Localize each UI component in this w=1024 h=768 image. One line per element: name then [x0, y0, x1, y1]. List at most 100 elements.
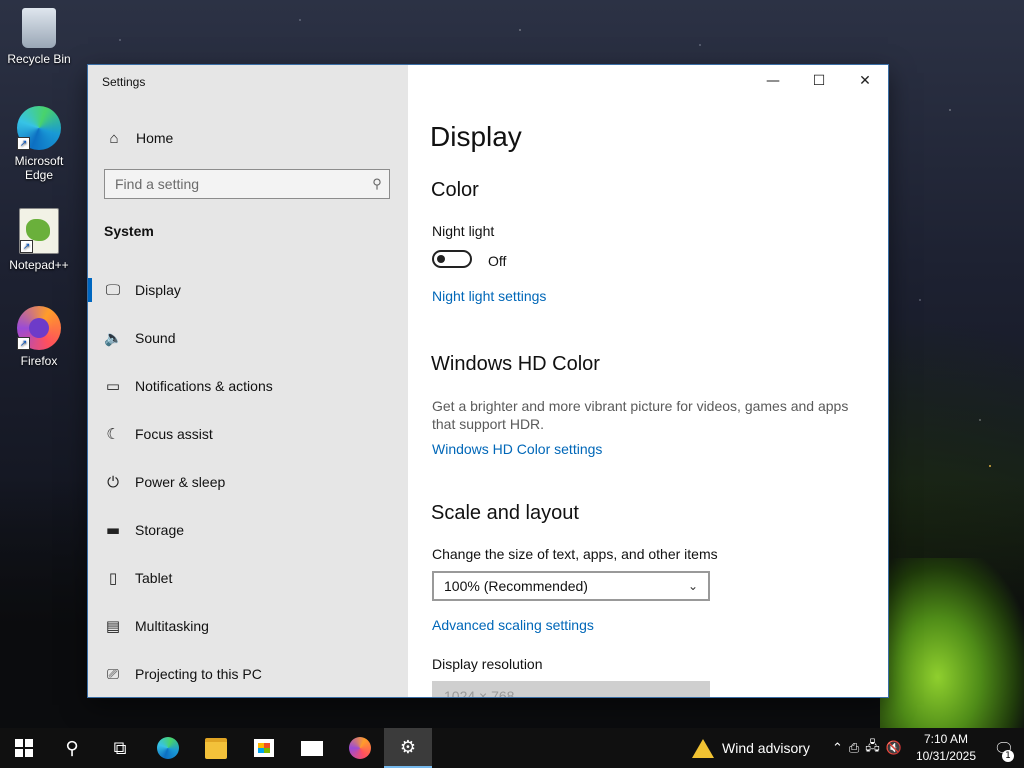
- taskbar-edge[interactable]: [144, 728, 192, 768]
- clock-time: 7:10 AM: [923, 732, 968, 746]
- firefox-icon: ↗: [17, 306, 61, 350]
- resolution-label: Display resolution: [432, 656, 543, 672]
- chevron-down-icon: ⌄: [687, 579, 698, 593]
- sidebar-item-power-sleep[interactable]: ⏻ Power & sleep: [88, 458, 408, 506]
- night-light-settings-link[interactable]: Night light settings: [432, 288, 546, 304]
- sidebar-item-focus-assist[interactable]: ☾ Focus assist: [88, 410, 408, 458]
- volume-muted-icon[interactable]: 🔇: [886, 741, 902, 756]
- power-icon: ⏻: [107, 473, 119, 491]
- sidebar-item-storage[interactable]: ▬ Storage: [88, 506, 408, 554]
- moon-icon: ☾: [106, 425, 120, 443]
- shortcut-arrow-icon: ↗: [17, 137, 30, 150]
- search-box: ⚲: [104, 169, 390, 199]
- sidebar-item-projecting[interactable]: ⎚ Projecting to this PC: [88, 650, 408, 697]
- search-input[interactable]: [105, 175, 365, 193]
- monitor-icon: 🖵: [105, 281, 121, 299]
- sidebar-item-label: Notifications & actions: [135, 378, 273, 394]
- shortcut-arrow-icon: ↗: [20, 240, 33, 253]
- sidebar-item-multitasking[interactable]: ▤ Multitasking: [88, 602, 408, 650]
- speaker-icon: 🔈: [104, 329, 123, 347]
- multitasking-icon: ▤: [105, 617, 121, 635]
- notifications-icon: ▭: [105, 377, 121, 395]
- clock[interactable]: 7:10 AM 10/31/2025: [908, 731, 984, 765]
- sidebar-item-notifications[interactable]: ▭ Notifications & actions: [88, 362, 408, 410]
- edge-icon: ↗: [17, 106, 61, 150]
- taskbar-mail[interactable]: [288, 728, 336, 768]
- folder-icon: [205, 737, 227, 759]
- taskbar: ⚲ ⧉ ⚙ Wind advisory ⌃ ⎙ 🖧 🔇 7:10 AM 10/3…: [0, 728, 1024, 768]
- hd-color-heading: Windows HD Color: [431, 353, 600, 375]
- desktop-icon-label: Recycle Bin: [7, 52, 71, 66]
- hd-color-settings-link[interactable]: Windows HD Color settings: [432, 441, 602, 457]
- recycle-bin-icon: [22, 8, 56, 48]
- wallpaper-tent: [880, 558, 1024, 728]
- sidebar-item-label: Storage: [135, 522, 185, 538]
- desktop-icon-label: Firefox: [20, 354, 58, 368]
- sidebar-home-label: Home: [136, 130, 174, 146]
- firefox-icon: [349, 737, 371, 759]
- gear-icon: ⚙: [399, 736, 417, 758]
- resolution-dropdown-value: 1024 × 768: [444, 688, 515, 697]
- taskbar-file-explorer[interactable]: [192, 728, 240, 768]
- search-icon: ⚲: [65, 737, 79, 759]
- window-title: Settings: [102, 75, 146, 89]
- taskbar-settings[interactable]: ⚙: [384, 728, 432, 768]
- edge-icon: [157, 737, 179, 759]
- sidebar-item-label: Display: [135, 282, 181, 298]
- sidebar-section-title: System: [104, 223, 154, 239]
- weather-text: Wind advisory: [722, 740, 810, 756]
- advanced-scaling-link[interactable]: Advanced scaling settings: [432, 617, 594, 633]
- system-tray: ⌃ ⎙ 🖧 🔇: [826, 737, 908, 759]
- task-view-icon: ⧉: [113, 737, 127, 759]
- chevron-up-icon[interactable]: ⌃: [832, 741, 843, 756]
- projecting-icon: ⎚: [106, 665, 119, 683]
- tablet-icon: ▯: [108, 569, 118, 587]
- hd-color-description: Get a brighter and more vibrant picture …: [432, 398, 849, 432]
- settings-sidebar: Settings ⌂ Home ⚲ System 🖵 Display 🔈 Sou…: [88, 65, 408, 697]
- sidebar-item-label: Multitasking: [135, 618, 209, 634]
- settings-window: Settings ⌂ Home ⚲ System 🖵 Display 🔈 Sou…: [88, 65, 888, 697]
- toggle-knob: [437, 255, 445, 263]
- resolution-dropdown[interactable]: 1024 × 768 ⌄: [432, 681, 710, 697]
- weather-widget[interactable]: Wind advisory: [682, 738, 826, 758]
- sidebar-item-label: Sound: [135, 330, 176, 346]
- scale-size-label: Change the size of text, apps, and other…: [432, 546, 718, 562]
- scale-dropdown[interactable]: 100% (Recommended) ⌄: [432, 571, 710, 601]
- settings-content: Display Color Night light Off Night ligh…: [430, 65, 870, 697]
- sidebar-item-label: Power & sleep: [135, 474, 226, 490]
- desktop-icon-label: Microsoft Edge: [14, 154, 64, 182]
- night-light-label: Night light: [432, 223, 495, 239]
- meet-now-icon[interactable]: ⎙: [849, 741, 859, 756]
- sidebar-item-display[interactable]: 🖵 Display: [88, 266, 408, 314]
- desktop-icon-recycle-bin[interactable]: Recycle Bin: [4, 8, 74, 66]
- color-heading: Color: [431, 179, 479, 201]
- taskbar-firefox[interactable]: [336, 728, 384, 768]
- sidebar-item-label: Projecting to this PC: [135, 666, 262, 682]
- search-button[interactable]: ⚲: [48, 728, 96, 768]
- sidebar-home[interactable]: ⌂ Home: [88, 123, 408, 153]
- desktop-icon-firefox[interactable]: ↗ Firefox: [4, 306, 74, 368]
- start-button[interactable]: [0, 728, 48, 768]
- notification-count-badge: 1: [1002, 749, 1014, 762]
- sidebar-item-tablet[interactable]: ▯ Tablet: [88, 554, 408, 602]
- storage-icon: ▬: [105, 521, 121, 539]
- sidebar-item-sound[interactable]: 🔈 Sound: [88, 314, 408, 362]
- mail-icon: [301, 740, 323, 756]
- sidebar-item-label: Tablet: [135, 570, 173, 586]
- desktop-icon-notepad-plus-plus[interactable]: ↗ Notepad++: [4, 208, 74, 272]
- night-light-toggle[interactable]: [432, 250, 472, 268]
- action-center-button[interactable]: 🗨 1: [984, 739, 1024, 762]
- warning-icon: [692, 738, 715, 758]
- shortcut-arrow-icon: ↗: [17, 337, 30, 350]
- page-title: Display: [430, 121, 522, 152]
- notepad-plus-plus-icon: ↗: [19, 208, 59, 254]
- sidebar-item-label: Focus assist: [135, 426, 213, 442]
- task-view-button[interactable]: ⧉: [96, 728, 144, 768]
- desktop-icon-label: Notepad++: [9, 258, 69, 272]
- taskbar-store[interactable]: [240, 728, 288, 768]
- desktop-icon-edge[interactable]: ↗ Microsoft Edge: [4, 106, 74, 182]
- sidebar-nav: 🖵 Display 🔈 Sound ▭ Notifications & acti…: [88, 266, 408, 697]
- network-icon[interactable]: 🖧: [865, 737, 880, 759]
- search-icon[interactable]: ⚲: [365, 176, 389, 192]
- scale-layout-heading: Scale and layout: [431, 502, 579, 524]
